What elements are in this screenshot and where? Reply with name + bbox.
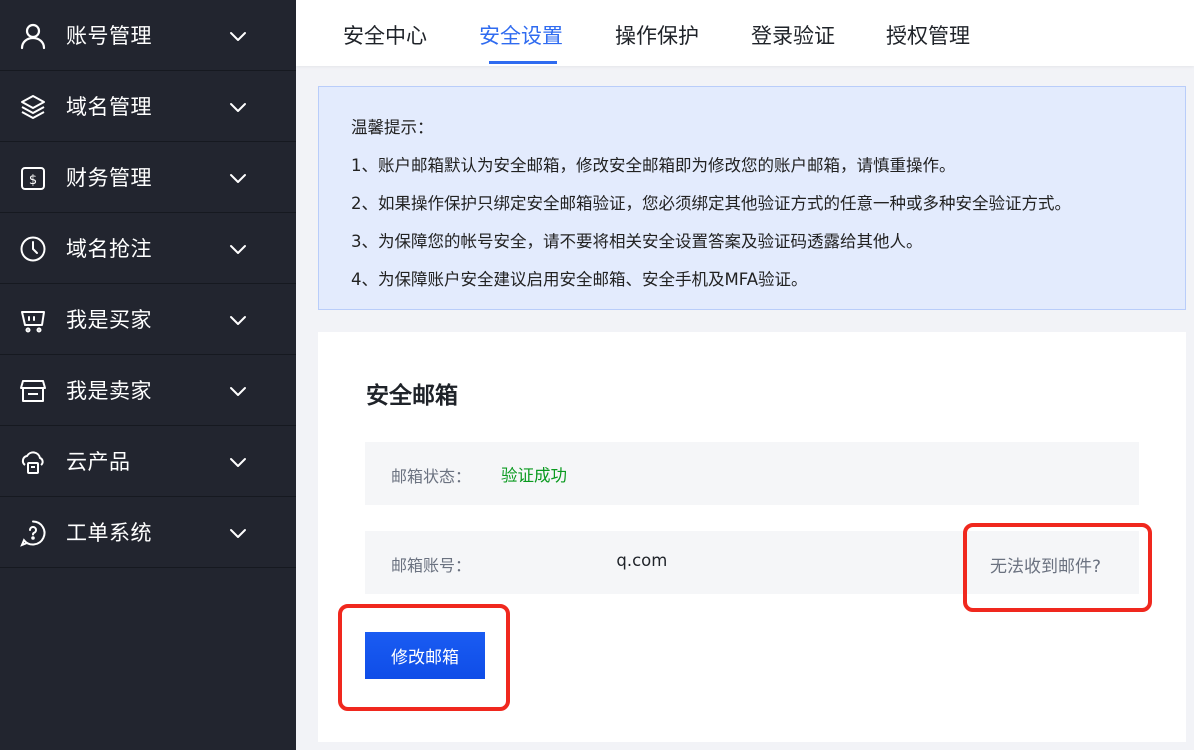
sidebar-item-seller[interactable]: 我是卖家 <box>0 355 296 426</box>
notice-title: 温馨提示： <box>351 118 434 137</box>
clock-icon <box>19 235 47 263</box>
store-icon <box>19 377 47 405</box>
tab-operation-protection[interactable]: 操作保护 <box>615 20 699 50</box>
notice-line: 4、为保障账户安全建议启用安全邮箱、安全手机及MFA验证。 <box>351 270 808 289</box>
card-title: 安全邮箱 <box>366 383 458 409</box>
sidebar-item-domain-backorder[interactable]: 域名抢注 <box>0 213 296 284</box>
highlight-box <box>338 604 510 711</box>
active-tab-indicator <box>489 61 557 64</box>
notice-line: 1、账户邮箱默认为安全邮箱，修改安全邮箱即为修改您的账户邮箱，请慎重操作。 <box>351 156 956 175</box>
user-icon <box>19 22 47 50</box>
sidebar-item-finance[interactable]: $ 财务管理 <box>0 142 296 213</box>
sidebar-item-label: 我是买家 <box>66 308 152 332</box>
highlight-box <box>963 523 1152 612</box>
tab-security-settings[interactable]: 安全设置 <box>479 20 563 50</box>
chevron-down-icon <box>229 242 247 256</box>
notice-box: 温馨提示： 1、账户邮箱默认为安全邮箱，修改安全邮箱即为修改您的账户邮箱，请慎重… <box>318 86 1186 310</box>
cart-icon <box>19 306 47 334</box>
svg-text:$: $ <box>29 173 37 188</box>
help-chat-icon <box>19 519 47 547</box>
tab-bar: 安全中心 安全设置 操作保护 登录验证 授权管理 <box>296 0 1194 66</box>
tab-login-verification[interactable]: 登录验证 <box>751 20 835 50</box>
sidebar-item-cloud[interactable]: 云产品 <box>0 426 296 497</box>
sidebar-item-label: 财务管理 <box>66 166 152 190</box>
sidebar-item-label: 域名抢注 <box>66 237 152 261</box>
sidebar-item-buyer[interactable]: 我是买家 <box>0 284 296 355</box>
sidebar-item-domain[interactable]: 域名管理 <box>0 71 296 142</box>
email-account-value: q.com <box>501 551 668 570</box>
chevron-down-icon <box>229 100 247 114</box>
sidebar-item-label: 域名管理 <box>66 95 152 119</box>
sidebar: 账号管理 域名管理 $ 财务管理 域名抢注 我是买家 我是卖家 云产品 工单系统 <box>0 0 296 750</box>
email-status-value: 验证成功 <box>501 466 567 485</box>
chevron-down-icon <box>229 384 247 398</box>
sidebar-item-label: 工单系统 <box>66 521 152 545</box>
tab-authorization[interactable]: 授权管理 <box>886 20 970 50</box>
notice-line: 3、为保障您的帐号安全，请不要将相关安全设置答案及验证码透露给其他人。 <box>351 232 923 251</box>
notice-line: 2、如果操作保护只绑定安全邮箱验证，您必须绑定其他验证方式的任意一种或多种安全验… <box>351 194 1071 213</box>
tab-security-center[interactable]: 安全中心 <box>343 20 427 50</box>
chevron-down-icon <box>229 455 247 469</box>
chevron-down-icon <box>229 29 247 43</box>
chevron-down-icon <box>229 526 247 540</box>
email-account-label: 邮箱账号： <box>391 556 472 575</box>
wallet-icon: $ <box>19 164 47 192</box>
email-status-label: 邮箱状态： <box>391 467 472 486</box>
sidebar-item-tickets[interactable]: 工单系统 <box>0 497 296 568</box>
chevron-down-icon <box>229 313 247 327</box>
sidebar-item-label: 云产品 <box>66 450 131 474</box>
sidebar-item-label: 我是卖家 <box>66 379 152 403</box>
cloud-icon <box>19 448 47 476</box>
layers-icon <box>19 93 47 121</box>
sidebar-item-account[interactable]: 账号管理 <box>0 0 296 71</box>
sidebar-item-label: 账号管理 <box>66 24 152 48</box>
chevron-down-icon <box>229 171 247 185</box>
email-status-row: 邮箱状态： 验证成功 <box>365 442 1139 505</box>
